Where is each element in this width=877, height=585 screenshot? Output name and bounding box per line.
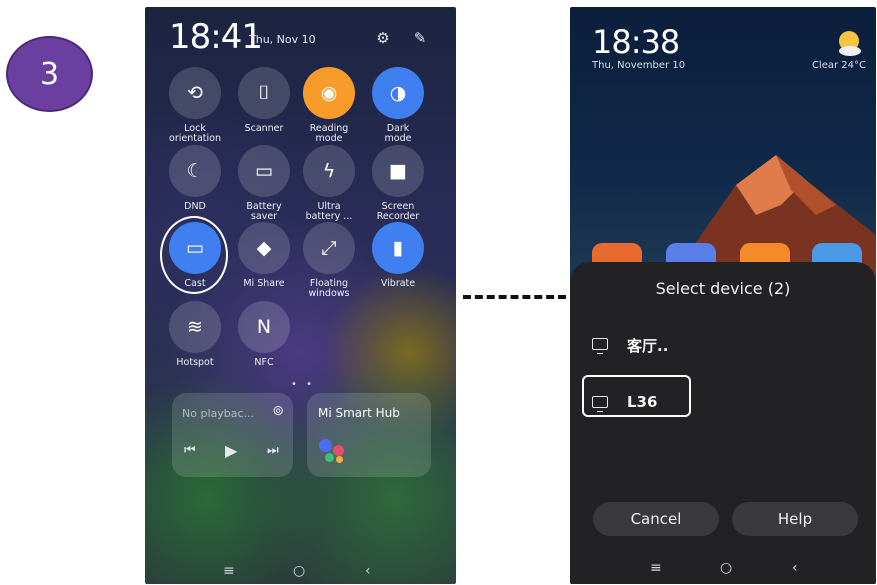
step-number: 3	[39, 56, 60, 92]
ultra-battery-icon: ϟ	[303, 145, 355, 197]
media-output-icon[interactable]: ⊚	[272, 403, 284, 419]
reading-mode-icon: ◉	[303, 67, 355, 119]
scanner-icon: ⌷	[238, 67, 290, 119]
toggle-screen-recorder[interactable]: ■ Screen Recorder	[363, 145, 433, 222]
toggle-dnd[interactable]: ☾ DND	[160, 145, 230, 212]
cast-device-screen: 18:38 Thu, November 10 Clear 24°C Select…	[570, 7, 876, 584]
mi-smart-hub-card[interactable]: Mi Smart Hub	[307, 393, 431, 477]
step-number-badge: 3	[6, 36, 93, 112]
screen-recorder-icon: ■	[372, 145, 424, 197]
edit-icon[interactable]: ✎	[410, 28, 430, 48]
toggle-label-line2: orientation	[169, 133, 221, 144]
toggle-lock-orientation[interactable]: ⟲ Lock orientation	[160, 67, 230, 144]
sheet-title: Select device (2)	[655, 279, 791, 298]
device-row[interactable]: 客厅..	[570, 328, 876, 364]
left-navigation-bar: ≡ ○ ‹	[145, 560, 456, 584]
menu-icon[interactable]: ≡	[650, 560, 662, 576]
toggle-label-line2: mode	[315, 133, 343, 144]
right-navigation-bar: ≡ ○ ‹	[570, 557, 876, 581]
toggle-label: Dark mode	[363, 124, 433, 144]
toggle-label: Mi Share	[229, 279, 299, 289]
mi-smart-hub-logo-icon	[319, 439, 349, 465]
toggle-label: Hotspot	[160, 358, 230, 368]
toggle-label-line2: Recorder	[376, 211, 420, 222]
weather-icon	[839, 31, 861, 56]
device-highlight-box	[582, 375, 691, 417]
toggle-dark-mode[interactable]: ◑ Dark mode	[363, 67, 433, 144]
select-device-sheet: Select device (2) 客厅.. L36 Cancel Help	[570, 262, 876, 584]
weather-text: Clear 24°C	[811, 60, 866, 71]
toggle-hotspot[interactable]: ≋ Hotspot	[160, 301, 230, 368]
toggle-floating-windows[interactable]: ⤢ Floating windows	[294, 222, 364, 299]
toggle-label-line2: mode	[384, 133, 412, 144]
toggle-label: DND	[160, 202, 230, 212]
settings-icon[interactable]: ⚙	[373, 28, 393, 48]
tutorial-canvas: 3 18:41 Thu, Nov 10 ⚙ ✎ ⟲ Lock orientation…	[0, 0, 877, 585]
toggle-label: Reading mode	[294, 124, 364, 144]
vibrate-icon: ▮	[372, 222, 424, 274]
clock-date-right: Thu, November 10	[592, 60, 686, 71]
tv-icon	[592, 338, 608, 354]
toggle-label-line1: DND	[184, 201, 206, 212]
media-title: No playbac...	[182, 407, 255, 420]
nfc-icon: N	[238, 301, 290, 353]
device-name: 客厅..	[627, 337, 669, 355]
toggle-label-line1: Vibrate	[380, 278, 416, 289]
toggle-ultra-battery[interactable]: ϟ Ultra battery ...	[294, 145, 364, 222]
toggle-reading-mode[interactable]: ◉ Reading mode	[294, 67, 364, 144]
next-icon[interactable]: ⏭	[267, 443, 279, 458]
dark-mode-icon: ◑	[372, 67, 424, 119]
clock-date: Thu, Nov 10	[249, 33, 316, 46]
home-icon[interactable]: ○	[293, 563, 305, 579]
back-icon[interactable]: ‹	[792, 560, 798, 576]
toggle-label: Battery saver	[229, 202, 299, 222]
dashed-connector	[463, 295, 566, 299]
toggle-scanner[interactable]: ⌷ Scanner	[229, 67, 299, 134]
toggle-label-line2: battery ...	[305, 211, 353, 222]
cast-highlight-circle	[160, 216, 228, 294]
toggle-label: Screen Recorder	[363, 202, 433, 222]
menu-icon[interactable]: ≡	[223, 563, 235, 579]
toggle-label: Lock orientation	[160, 124, 230, 144]
back-icon[interactable]: ‹	[365, 563, 371, 579]
toggle-vibrate[interactable]: ▮ Vibrate	[363, 222, 433, 289]
toggle-label-line1: NFC	[254, 357, 274, 368]
toggle-label: Ultra battery ...	[294, 202, 364, 222]
hub-title: Mi Smart Hub	[318, 406, 400, 420]
hotspot-icon: ≋	[169, 301, 221, 353]
toggle-label-line2: saver	[250, 211, 278, 222]
mi-share-icon: ◆	[238, 222, 290, 274]
play-icon[interactable]: ▶	[225, 441, 237, 460]
toggle-label: Vibrate	[363, 279, 433, 289]
floating-windows-icon: ⤢	[303, 222, 355, 274]
toggle-nfc[interactable]: N NFC	[229, 301, 299, 368]
dnd-icon: ☾	[169, 145, 221, 197]
battery-saver-icon: ▭	[238, 145, 290, 197]
lock-orientation-icon: ⟲	[169, 67, 221, 119]
toggle-label: Floating windows	[294, 279, 364, 299]
clock-time-right: 18:38	[592, 23, 680, 61]
toggle-label: Scanner	[229, 124, 299, 134]
media-player-card[interactable]: No playbac... ⊚ ⏮ ▶ ⏭	[172, 393, 293, 477]
toggle-label-line1: Hotspot	[176, 357, 214, 368]
toggle-label: NFC	[229, 358, 299, 368]
page-indicator: • •	[291, 379, 315, 390]
toggle-battery-saver[interactable]: ▭ Battery saver	[229, 145, 299, 222]
previous-icon[interactable]: ⏮	[184, 443, 196, 458]
help-button[interactable]: Help	[732, 502, 858, 536]
cancel-button[interactable]: Cancel	[593, 502, 719, 536]
toggle-label-line1: Mi Share	[243, 278, 285, 289]
toggle-label-line1: Scanner	[244, 123, 284, 134]
home-icon[interactable]: ○	[720, 560, 732, 576]
toggle-mi-share[interactable]: ◆ Mi Share	[229, 222, 299, 289]
toggle-label-line2: windows	[308, 288, 350, 299]
